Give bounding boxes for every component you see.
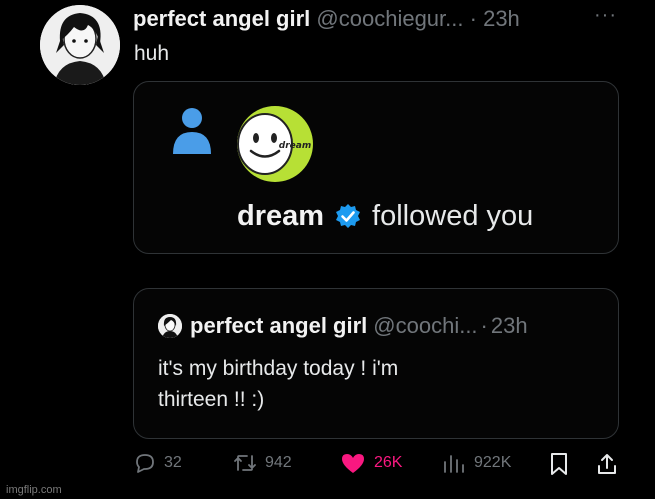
quoted-tweet-header: perfect angel girl @coochi... · 23h	[158, 313, 528, 339]
share-icon	[598, 454, 616, 474]
retweet-button[interactable]: 942	[233, 452, 292, 474]
reply-count: 32	[164, 454, 182, 471]
quoted-text-line: thirteen !! :)	[158, 388, 265, 411]
author-name[interactable]: perfect angel girl	[133, 6, 310, 31]
retweet-count: 942	[265, 454, 292, 471]
quoted-time-separator: ·	[480, 313, 488, 338]
tweet-text: huh	[134, 42, 170, 65]
author-handle[interactable]: @coochiegur...	[316, 6, 463, 31]
follow-action-text: followed you	[372, 200, 534, 232]
author-avatar[interactable]	[40, 5, 120, 85]
quoted-avatar-illustration	[158, 314, 182, 338]
tweet-action-bar: 32 942 26K 922K	[0, 452, 655, 482]
watermark: imgflip.com	[6, 484, 62, 496]
views-button[interactable]: 922K	[442, 452, 511, 474]
avatar-illustration	[40, 5, 120, 85]
view-count: 922K	[474, 454, 512, 471]
follow-message: dream followed you	[237, 200, 533, 233]
verified-badge-icon	[334, 203, 362, 231]
dream-logo-text: dream	[279, 141, 311, 151]
tweet-header: perfect angel girl @coochiegur... · 23h	[133, 6, 633, 32]
reply-icon	[136, 454, 154, 473]
quoted-text-line: it's my birthday today ! i'm	[158, 357, 399, 380]
bookmark-button[interactable]	[548, 452, 578, 476]
tweet-time[interactable]: 23h	[483, 6, 520, 31]
quoted-tweet-time[interactable]: 23h	[491, 313, 528, 339]
share-button[interactable]	[596, 452, 626, 476]
reply-button[interactable]: 32	[134, 452, 182, 474]
views-chart-icon	[444, 455, 464, 473]
more-options-button[interactable]: ···	[594, 4, 617, 27]
like-button[interactable]: 26K	[340, 452, 402, 474]
quoted-author-handle[interactable]: @coochi...	[373, 313, 477, 339]
retweet-icon	[234, 455, 256, 471]
dream-avatar[interactable]: dream	[237, 106, 313, 182]
follow-notification-card[interactable]: dream dream followed you	[133, 81, 619, 254]
like-count: 26K	[374, 454, 403, 471]
dream-logo-icon: dream	[237, 106, 313, 182]
quoted-author-name[interactable]: perfect angel girl	[190, 313, 367, 339]
bookmark-icon	[551, 453, 567, 475]
heart-icon	[342, 454, 364, 473]
quoted-tweet-text: it's my birthday today ! i'm thirteen !!…	[158, 353, 398, 415]
time-separator: ·	[469, 6, 477, 31]
quoted-tweet-card[interactable]: perfect angel girl @coochi... · 23h it's…	[133, 288, 619, 439]
quoted-author-avatar[interactable]	[158, 314, 182, 338]
person-icon	[173, 108, 211, 154]
follower-name[interactable]: dream	[237, 200, 324, 233]
